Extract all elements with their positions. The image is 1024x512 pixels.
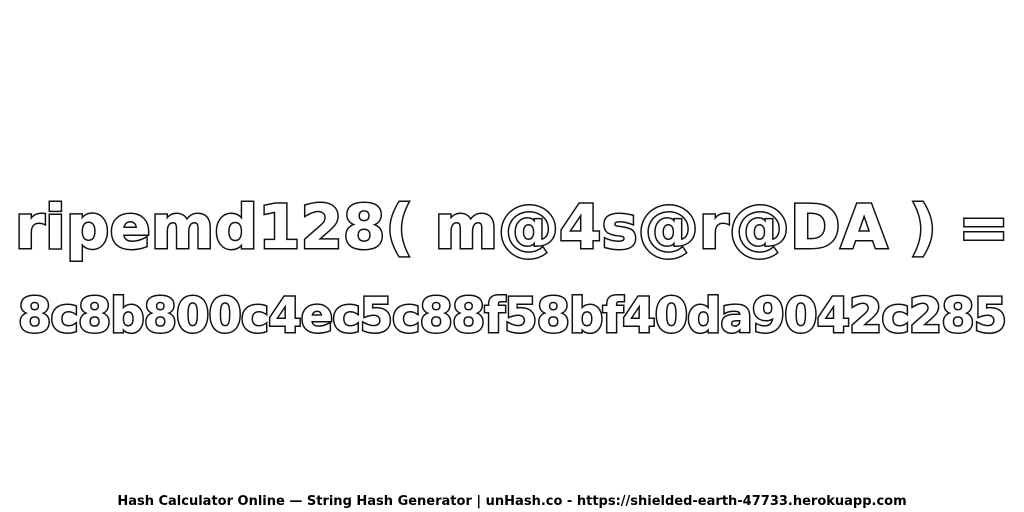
hash-expression-headline: ripemd128( m@4s@r@DA ) = <box>13 191 1010 265</box>
hash-result-value: 8c8b800c4ec5c88f58bf40da9042c285 <box>16 287 1008 346</box>
site-attribution-footer: Hash Calculator Online — String Hash Gen… <box>117 494 907 509</box>
